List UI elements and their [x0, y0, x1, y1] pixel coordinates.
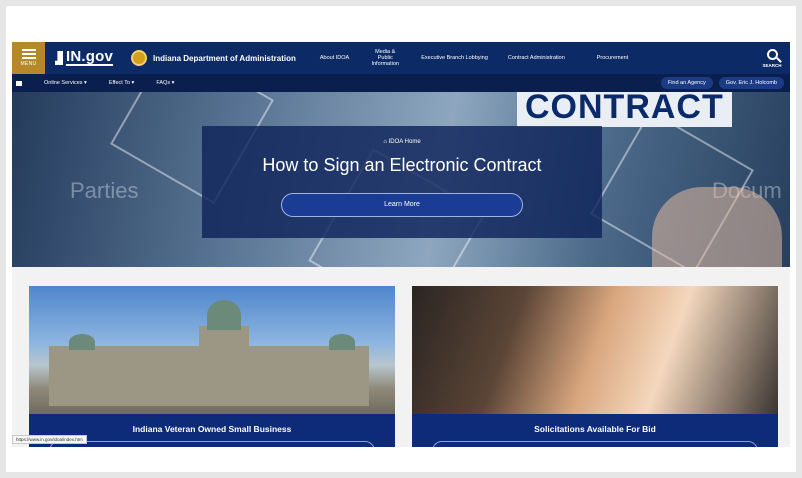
card-button-outline[interactable] — [49, 441, 375, 447]
hero-contract-word: CONTRACT — [517, 92, 732, 127]
page-title: How to Sign an Electronic Contract — [262, 155, 542, 175]
state-seal-icon — [131, 50, 148, 66]
indiana-state-icon — [55, 51, 63, 65]
home-icon: ⌂ — [383, 139, 387, 145]
top-navigation: MENU IN.gov Indiana Department of Admini… — [12, 42, 790, 74]
status-bar-url: https://www.in.gov/idoa/index.htm — [12, 435, 87, 444]
breadcrumb-idoa-home[interactable]: IDOA Home — [389, 139, 421, 145]
home-icon[interactable] — [16, 80, 22, 86]
card-solicitations[interactable]: Solicitations Available For Bid — [412, 286, 778, 447]
main-nav-links: About IDOA Media & Public Information Ex… — [310, 42, 638, 74]
handshake-image — [412, 286, 778, 414]
nav-about-idoa[interactable]: About IDOA — [310, 55, 359, 61]
agency-name[interactable]: Indiana Department of Administration — [153, 54, 296, 63]
nav-executive-branch-lobbying[interactable]: Executive Branch Lobbying — [411, 55, 498, 61]
capitol-center — [199, 326, 249, 406]
nav-contract-administration[interactable]: Contract Administration — [498, 55, 575, 61]
breadcrumb: ⌂ IDOA Home — [202, 139, 602, 145]
card-title[interactable]: Solicitations Available For Bid — [534, 424, 656, 434]
browser-viewport: MENU IN.gov Indiana Department of Admini… — [12, 42, 790, 447]
card-title[interactable]: Indiana Veteran Owned Small Business — [133, 424, 292, 434]
subnav-online-services[interactable]: Online Services ▾ — [44, 80, 87, 86]
search-icon — [766, 48, 778, 60]
hero-banner: Parties Docum CONTRACT ⌂ IDOA Home How t… — [12, 92, 790, 267]
subnav-effect-to[interactable]: Effect To ▾ — [109, 80, 135, 86]
hero-hand-image — [652, 187, 782, 267]
in-gov-logo[interactable]: IN.gov — [55, 48, 114, 66]
menu-button[interactable]: MENU — [12, 42, 45, 74]
hero-overlay-panel: ⌂ IDOA Home How to Sign an Electronic Co… — [202, 126, 602, 238]
capitol-building-image — [29, 286, 395, 414]
hero-bg-word-parties: Parties — [70, 178, 139, 203]
logo-text: IN.gov — [66, 48, 114, 66]
nav-procurement[interactable]: Procurement — [575, 55, 639, 61]
subnav-faqs[interactable]: FAQs ▾ — [156, 80, 174, 86]
card-button-outline[interactable] — [432, 441, 758, 447]
capitol-side-dome — [329, 334, 355, 350]
hamburger-icon — [21, 49, 36, 59]
find-an-agency-button[interactable]: Find an Agency — [660, 77, 713, 89]
card-veteran-owned-business[interactable]: Indiana Veteran Owned Small Business — [29, 286, 395, 447]
capitol-dome — [207, 300, 241, 330]
menu-label: MENU — [20, 61, 37, 67]
search-label: SEARCH — [762, 62, 782, 68]
sub-navigation: Online Services ▾ Effect To ▾ FAQs ▾ Fin… — [12, 74, 790, 92]
card-label: Solicitations Available For Bid — [412, 414, 778, 447]
search-button[interactable]: SEARCH — [754, 42, 790, 74]
governor-link[interactable]: Gov. Eric J. Holcomb — [718, 77, 784, 89]
learn-more-button[interactable]: Learn More — [281, 193, 523, 217]
nav-media-public-information[interactable]: Media & Public Information — [359, 49, 411, 67]
capitol-side-dome — [69, 334, 95, 350]
